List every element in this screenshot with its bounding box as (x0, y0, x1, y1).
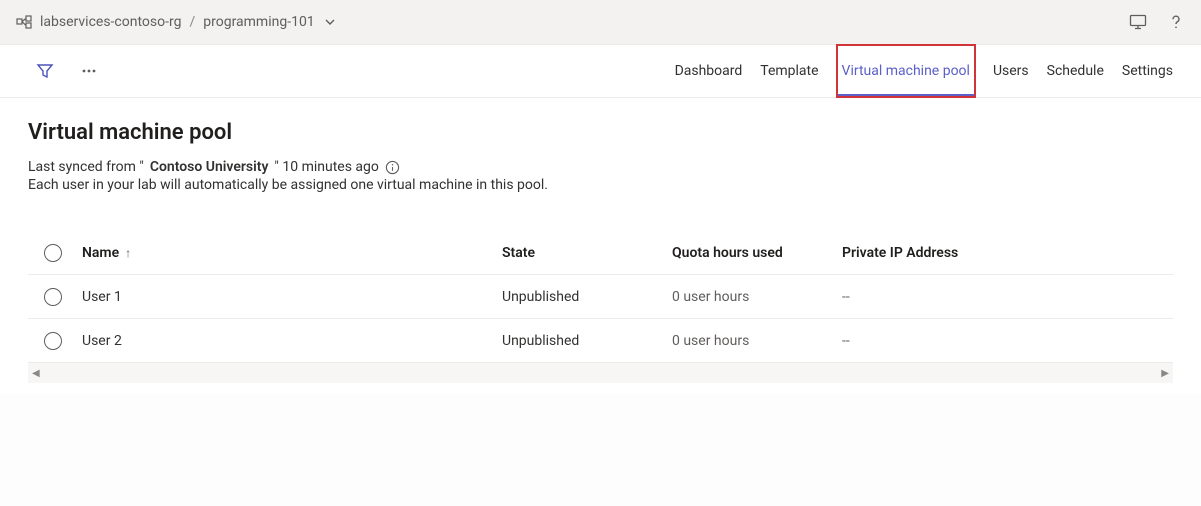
filter-icon[interactable] (36, 62, 54, 80)
tab-dashboard[interactable]: Dashboard (675, 45, 743, 97)
breadcrumb: labservices-contoso-rg / programming-101 (16, 14, 335, 30)
sync-prefix: Last synced from " (28, 159, 144, 175)
cell-state: Unpublished (502, 333, 672, 349)
cell-name: User 2 (78, 333, 502, 349)
sync-source: Contoso University (150, 159, 269, 175)
cell-quota: 0 user hours (672, 333, 842, 349)
table-header-row: Name ↑ State Quota hours used Private IP… (28, 231, 1173, 275)
main-content: Virtual machine pool Last synced from " C… (0, 98, 1201, 393)
resource-group-icon (16, 14, 32, 30)
sync-status: Last synced from " Contoso University " 10… (28, 159, 1173, 175)
cell-quota: 0 user hours (672, 289, 842, 305)
breadcrumb-separator: / (189, 14, 195, 30)
tab-users[interactable]: Users (993, 45, 1029, 97)
tab-virtual-machine-pool[interactable]: Virtual machine pool (837, 45, 975, 97)
toolbar: Dashboard Template Virtual machine pool … (0, 45, 1201, 98)
col-quota-header[interactable]: Quota hours used (672, 245, 842, 261)
table-row[interactable]: User 2 Unpublished 0 user hours -- (28, 319, 1173, 363)
toolbar-left (36, 62, 98, 80)
chevron-down-icon[interactable] (325, 17, 335, 27)
col-name-label: Name (82, 245, 119, 261)
top-bar: labservices-contoso-rg / programming-101 (0, 0, 1201, 45)
cell-state: Unpublished (502, 289, 672, 305)
row-select[interactable] (28, 332, 78, 350)
tabs: Dashboard Template Virtual machine pool … (675, 45, 1173, 97)
horizontal-scrollbar[interactable]: ◀ ▶ (28, 363, 1173, 383)
breadcrumb-current[interactable]: programming-101 (203, 14, 314, 30)
col-name-header[interactable]: Name ↑ (78, 245, 502, 261)
vm-table: Name ↑ State Quota hours used Private IP… (28, 231, 1173, 383)
top-bar-actions (1129, 13, 1185, 31)
sort-asc-icon: ↑ (125, 246, 131, 260)
table-row[interactable]: User 1 Unpublished 0 user hours -- (28, 275, 1173, 319)
more-icon[interactable] (80, 62, 98, 80)
select-all[interactable] (28, 244, 78, 262)
scroll-left-icon[interactable]: ◀ (32, 368, 40, 379)
cell-name: User 1 (78, 289, 502, 305)
cell-ip: -- (842, 333, 1173, 349)
col-ip-header[interactable]: Private IP Address (842, 245, 1173, 261)
sync-suffix: " 10 minutes ago (274, 159, 378, 175)
page-description: Each user in your lab will automatically… (28, 177, 1173, 193)
breadcrumb-root[interactable]: labservices-contoso-rg (40, 14, 181, 30)
monitor-icon[interactable] (1129, 13, 1147, 31)
page-title: Virtual machine pool (28, 120, 1173, 145)
scroll-right-icon[interactable]: ▶ (1161, 368, 1169, 379)
info-icon[interactable] (385, 160, 400, 175)
row-select[interactable] (28, 288, 78, 306)
tab-schedule[interactable]: Schedule (1047, 45, 1104, 97)
cell-ip: -- (842, 289, 1173, 305)
tab-template[interactable]: Template (760, 45, 818, 97)
help-icon[interactable] (1167, 13, 1185, 31)
col-state-header[interactable]: State (502, 245, 672, 261)
tab-settings[interactable]: Settings (1122, 45, 1173, 97)
